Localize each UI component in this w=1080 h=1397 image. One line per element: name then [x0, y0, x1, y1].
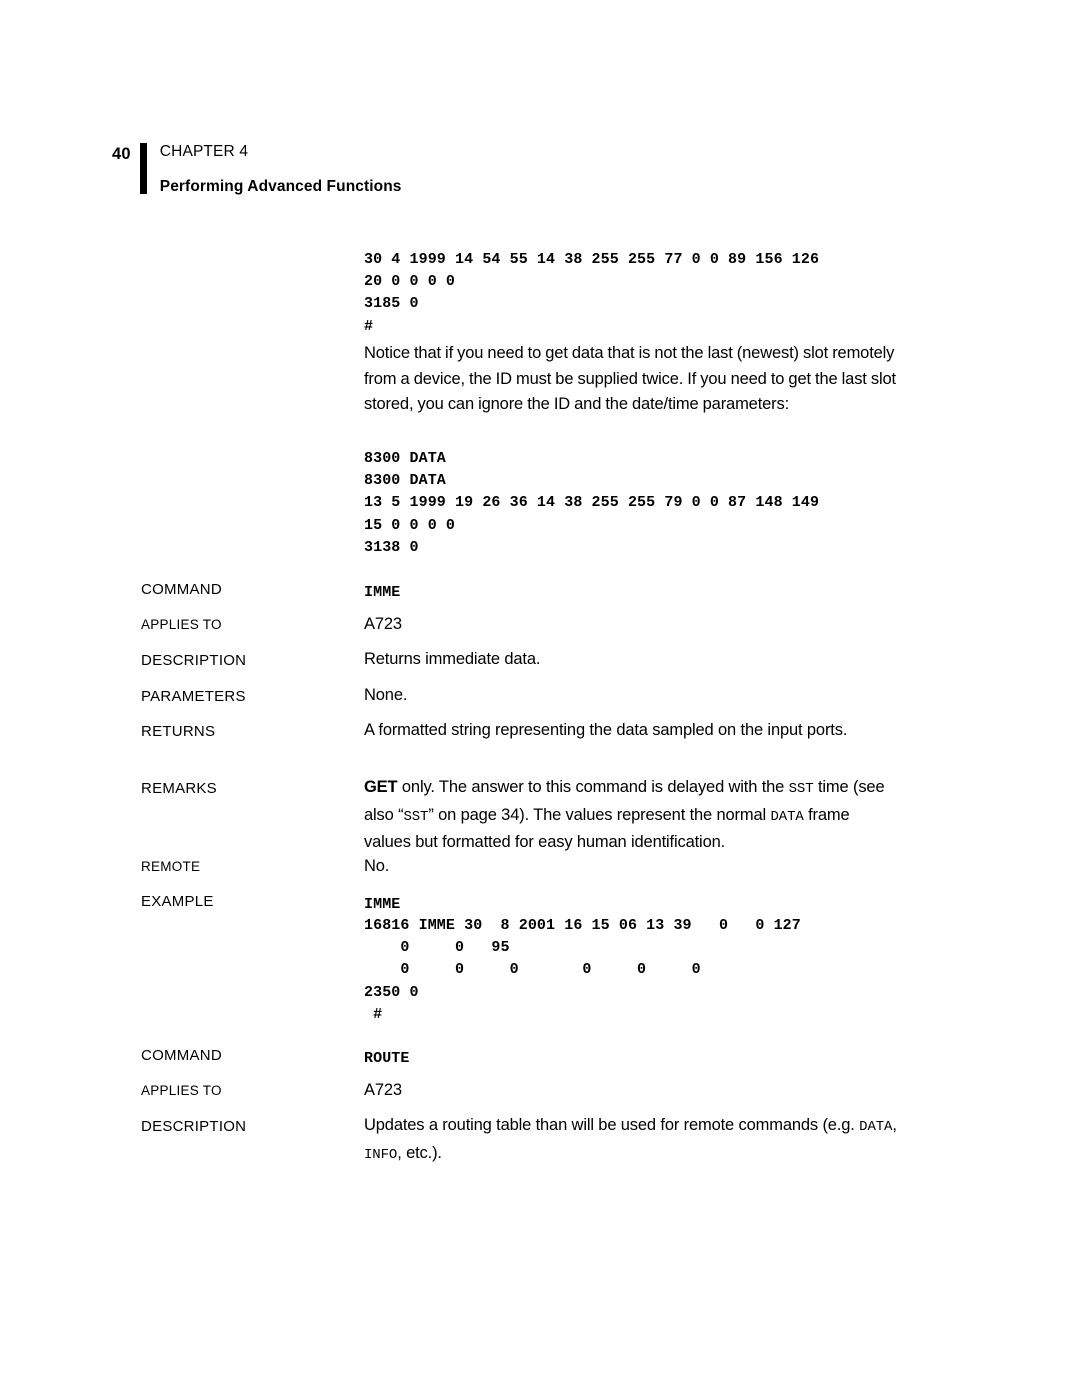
label-applies-to-route: APPLIES TO — [141, 1083, 222, 1098]
route-desc-text-1: Updates a routing table than will be use… — [364, 1116, 860, 1134]
value-route-command: ROUTE — [364, 1050, 410, 1067]
value-imme-applies-to: A723 — [364, 615, 402, 633]
route-desc-text-3: , etc.). — [397, 1143, 442, 1162]
label-returns: RETURNS — [141, 723, 216, 740]
code-block-imme-example: 16816 IMME 30 8 2001 16 15 06 13 39 0 0 … — [364, 917, 801, 1023]
running-head: 40 CHAPTER 4 Performing Advanced Functio… — [112, 143, 402, 194]
route-desc-data-token: DATA — [859, 1119, 893, 1135]
document-page: 40 CHAPTER 4 Performing Advanced Functio… — [0, 0, 1080, 1397]
header-rule — [139, 143, 147, 194]
route-desc-info-token: INFO — [364, 1146, 398, 1163]
remarks-data-token: DATA — [770, 808, 804, 825]
value-imme-remote: No. — [364, 857, 390, 875]
remarks-sst-token-1: SST — [788, 781, 814, 797]
label-command-route: COMMAND — [141, 1047, 222, 1064]
remarks-text-1: only. The answer to this command is dela… — [397, 778, 789, 796]
label-description: DESCRIPTION — [141, 652, 247, 669]
remarks-get-keyword: GET — [364, 778, 398, 796]
code-block-data-example: 8300 DATA 8300 DATA 13 5 1999 19 26 36 1… — [364, 450, 820, 556]
label-example: EXAMPLE — [141, 893, 214, 910]
remarks-sst-token-2: SST — [403, 808, 429, 825]
value-route-applies-to: A723 — [364, 1081, 402, 1099]
code-block-response-top: 30 4 1999 14 54 55 14 38 255 255 77 0 0 … — [364, 251, 820, 335]
remarks-text-3: ” on page 34). The values represent the … — [428, 805, 771, 824]
notice-paragraph: Notice that if you need to get data that… — [364, 344, 896, 413]
value-imme-returns: A formatted string representing the data… — [364, 721, 848, 739]
label-command: COMMAND — [141, 581, 222, 598]
value-route-description: Updates a routing table than will be use… — [364, 1113, 898, 1168]
value-imme-example-title: IMME — [364, 896, 401, 913]
running-head-text: CHAPTER 4 Performing Advanced Functions — [160, 143, 402, 194]
label-parameters: PARAMETERS — [141, 688, 246, 705]
value-imme-command: IMME — [364, 584, 401, 601]
route-desc-text-2: , — [892, 1116, 897, 1134]
label-remote: REMOTE — [141, 859, 201, 874]
label-description-route: DESCRIPTION — [141, 1118, 247, 1135]
value-imme-parameters: None. — [364, 686, 408, 704]
value-imme-remarks: GET only. The answer to this command is … — [364, 775, 898, 856]
page-number: 40 — [112, 145, 131, 163]
chapter-label: CHAPTER 4 — [159, 143, 249, 160]
label-applies-to: APPLIES TO — [141, 617, 222, 632]
label-remarks: REMARKS — [141, 780, 217, 797]
value-imme-description: Returns immediate data. — [364, 650, 541, 668]
page-title: Performing Advanced Functions — [159, 177, 402, 195]
